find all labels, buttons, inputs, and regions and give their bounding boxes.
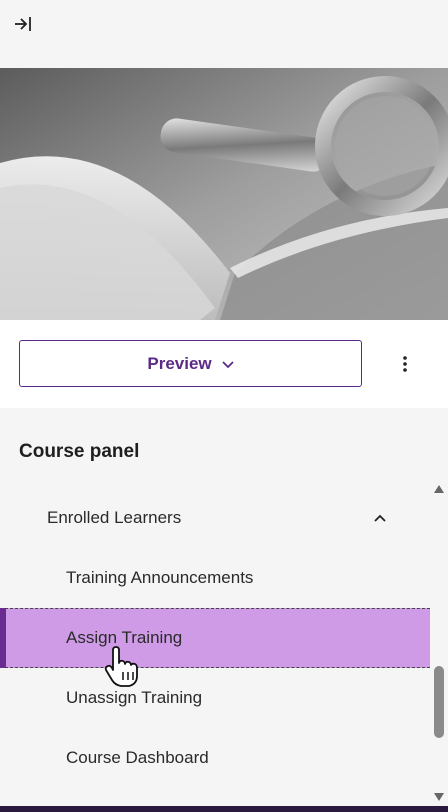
panel-title: Course panel	[19, 441, 140, 462]
preview-card: Preview	[0, 320, 448, 408]
nav-item-label: Training Announcements	[66, 568, 254, 587]
chevron-down-icon	[221, 354, 234, 374]
course-panel-nav: Enrolled Learners Training Announcements…	[0, 488, 430, 806]
preview-button[interactable]: Preview	[19, 340, 362, 387]
scroll-up-arrow-icon[interactable]	[433, 482, 445, 494]
nav-group-enrolled-learners[interactable]: Enrolled Learners	[0, 488, 430, 548]
scrollbar-thumb[interactable]	[434, 666, 444, 738]
scroll-down-arrow-icon[interactable]	[433, 790, 445, 802]
nav-item-training-announcements[interactable]: Training Announcements	[0, 548, 430, 608]
top-bar	[0, 0, 448, 68]
nav-item-course-dashboard[interactable]: Course Dashboard	[0, 728, 430, 788]
nav-item-label: Course Dashboard	[66, 748, 209, 767]
panel-scrollbar[interactable]	[430, 478, 448, 806]
chevron-up-icon	[372, 510, 388, 526]
nav-item-label: Unassign Training	[66, 688, 203, 707]
nav-item-assign-training[interactable]: Assign Training	[0, 608, 430, 668]
more-vertical-icon[interactable]	[394, 352, 416, 376]
preview-label: Preview	[147, 353, 212, 373]
course-cover-image	[0, 68, 448, 320]
nav-item-label: Assign Training	[66, 628, 183, 647]
collapse-panel-icon[interactable]	[12, 13, 34, 35]
bottom-edge	[0, 806, 448, 812]
nav-item-unassign-training[interactable]: Unassign Training	[0, 668, 430, 728]
nav-item-label: Enrolled Learners	[47, 508, 182, 527]
